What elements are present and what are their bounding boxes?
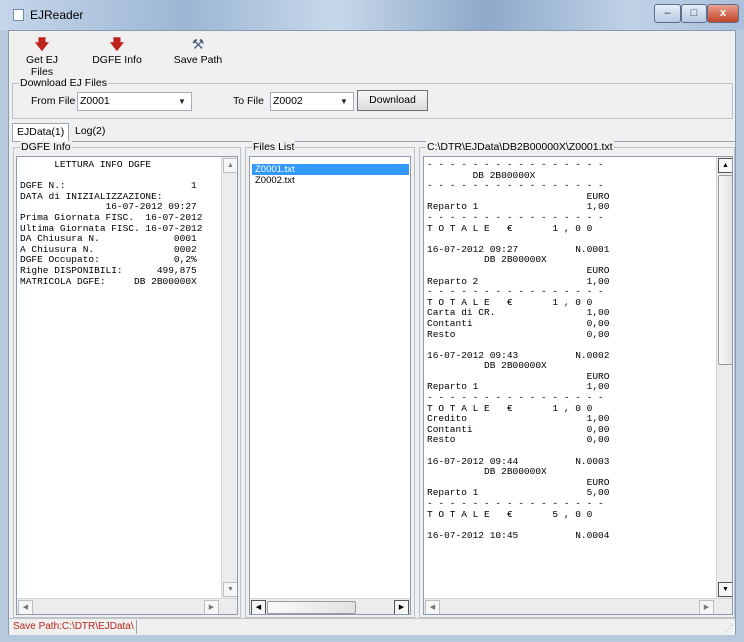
app-window: EJReader – □ x 🡇 Get EJ Files 🡇 DGFE Inf… [0,0,744,642]
chevron-down-icon[interactable]: ▼ [175,95,189,108]
tab-ejdata[interactable]: EJData(1) [12,123,70,142]
scroll-right-button[interactable]: ▶ [699,600,714,614]
hammer-icon: ⚒ [191,36,205,52]
dgfe-info-title: DGFE Info [20,141,72,153]
download-group-title: Download EJ Files [19,77,108,89]
file-view-group: C:\DTR\EJData\DB2B00000X\Z0001.txt - - -… [419,141,735,618]
dgfe-info-textarea[interactable]: LETTURA INFO DGFE DGFE N.: 1 DATA di INI… [16,156,238,615]
files-list-group: Files List Z0001.txt Z0002.txt ◀ ▶ [245,141,415,618]
dgfe-info-group: DGFE Info LETTURA INFO DGFE DGFE N.: 1 D… [13,141,241,618]
resize-grip-icon[interactable]: ⋰ [725,624,733,633]
chevron-down-icon[interactable]: ▼ [337,95,351,108]
get-ej-files-button[interactable]: 🡇 Get EJ Files [15,34,69,78]
get-ej-files-label: Get EJ Files [25,54,59,78]
dgfe-horizontal-scrollbar[interactable]: ◀ ▶ [17,598,237,614]
to-file-value: Z0002 [273,95,303,107]
file-horizontal-scrollbar[interactable]: ◀ ▶ [424,598,732,614]
scroll-up-button[interactable]: ▲ [718,158,732,173]
scroll-left-button[interactable]: ◀ [425,600,440,614]
app-icon [13,9,24,21]
scrollbar-thumb[interactable] [718,175,732,365]
scroll-left-button[interactable]: ◀ [251,600,266,614]
files-list-title: Files List [252,141,296,153]
to-file-label: To File [233,95,264,107]
scroll-up-button[interactable]: ▲ [223,158,237,173]
window-title: EJReader [30,8,84,22]
file-item[interactable]: Z0002.txt [252,175,298,186]
maximize-button[interactable]: □ [681,4,707,23]
from-file-label: From File [31,95,76,107]
download-group: Download EJ Files From File Z0001 ▼ To F… [12,77,733,119]
file-item[interactable]: Z0001.txt [252,164,409,175]
from-file-value: Z0001 [80,95,110,107]
scroll-down-button[interactable]: ▼ [223,582,237,597]
dgfe-info-label: DGFE Info [92,54,142,66]
scroll-right-button[interactable]: ▶ [204,600,219,614]
dgfe-vertical-scrollbar[interactable]: ▲ ▼ [221,157,237,599]
scroll-down-button[interactable]: ▼ [718,582,732,597]
tab-divider [12,141,735,142]
scroll-right-button[interactable]: ▶ [394,600,409,614]
file-content-text: - - - - - - - - - - - - - - - - DB 2B000… [427,159,610,541]
download-arrow-icon: 🡇 [109,36,125,52]
save-path-status: Save Path:C:\DTR\EJData\ [11,620,137,634]
files-horizontal-scrollbar[interactable]: ◀ ▶ [250,598,410,614]
scrollbar-thumb[interactable] [267,601,356,614]
to-file-select[interactable]: Z0002 ▼ [270,92,354,111]
download-arrow-icon: 🡇 [34,36,50,52]
file-view-path: C:\DTR\EJData\DB2B00000X\Z0001.txt [426,141,614,153]
close-button[interactable]: x [707,4,739,23]
save-path-button[interactable]: ⚒ Save Path [171,34,225,74]
client-area: 🡇 Get EJ Files 🡇 DGFE Info ⚒ Save Path D… [8,30,736,635]
file-vertical-scrollbar[interactable]: ▲ ▼ [716,157,732,599]
download-button[interactable]: Download [357,90,428,111]
title-bar[interactable]: EJReader – □ x [0,0,744,30]
dgfe-info-text: LETTURA INFO DGFE DGFE N.: 1 DATA di INI… [20,159,203,287]
minimize-button[interactable]: – [654,4,681,23]
save-path-label: Save Path [173,54,223,66]
scroll-left-button[interactable]: ◀ [18,600,33,614]
dgfe-info-button[interactable]: 🡇 DGFE Info [91,34,143,74]
files-listbox[interactable]: Z0001.txt Z0002.txt ◀ ▶ [249,156,411,615]
from-file-select[interactable]: Z0001 ▼ [77,92,192,111]
status-bar: Save Path:C:\DTR\EJData\ ⋰ [9,618,735,635]
tab-log[interactable]: Log(2) [71,123,109,142]
file-content-textarea[interactable]: - - - - - - - - - - - - - - - - DB 2B000… [423,156,733,615]
